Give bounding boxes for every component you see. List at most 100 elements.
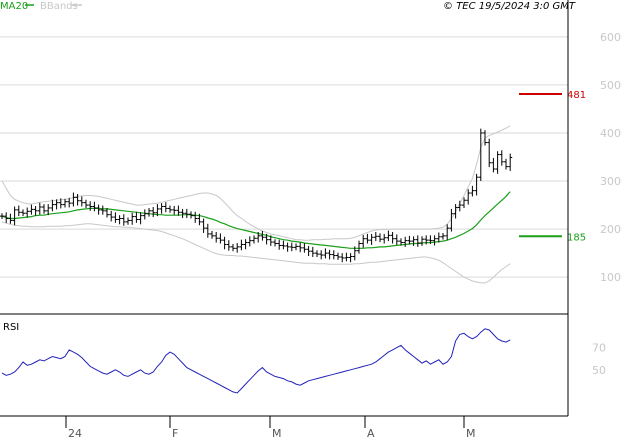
price-bar xyxy=(340,253,345,263)
price-bar xyxy=(163,202,168,213)
price-bar xyxy=(281,240,286,250)
price-bar xyxy=(298,242,303,253)
price-bar xyxy=(12,206,17,226)
price-level-label: 481 xyxy=(567,90,586,101)
rsi-panel-title: RSI xyxy=(3,322,19,333)
rsi-y-tick: 50 xyxy=(592,364,606,377)
price-bar xyxy=(357,240,361,254)
stock-chart: 481 185 600 500 400 300 200 100 70 50 24 F M A M MA… xyxy=(0,0,621,440)
price-bar xyxy=(247,236,252,247)
price-y-tick: 300 xyxy=(600,175,621,188)
price-level-label: 185 xyxy=(567,232,586,243)
price-gridlines xyxy=(0,36,568,278)
price-y-tick: 100 xyxy=(600,271,621,284)
price-bar xyxy=(289,242,294,252)
price-bar xyxy=(138,212,143,225)
price-bar xyxy=(100,205,105,215)
price-bar xyxy=(382,233,387,244)
price-bar xyxy=(378,233,382,243)
price-bar xyxy=(29,204,34,215)
rsi-y-tick: 70 xyxy=(592,342,606,355)
price-bar xyxy=(504,158,508,170)
price-bar xyxy=(79,196,84,207)
price-bar xyxy=(336,252,340,260)
price-bar xyxy=(210,231,214,239)
price-y-tick: 400 xyxy=(600,127,621,140)
price-bar xyxy=(16,205,21,217)
price-bar xyxy=(432,235,437,246)
price-bar xyxy=(21,209,25,217)
price-bar xyxy=(226,240,231,251)
price-bar xyxy=(508,153,513,171)
price-bar xyxy=(130,212,135,225)
ma20-path xyxy=(1,191,511,249)
price-bar xyxy=(142,209,147,220)
price-bar xyxy=(495,151,500,174)
price-bar xyxy=(42,204,46,214)
ma20-line xyxy=(1,191,511,249)
price-bar xyxy=(222,236,227,250)
price-bar xyxy=(390,231,395,244)
price-bar xyxy=(394,234,399,245)
rsi-panel: 70 50 xyxy=(1,328,606,394)
price-bar xyxy=(285,242,290,252)
price-levels: 481 185 xyxy=(519,90,586,243)
x-tick-label: M xyxy=(466,427,476,440)
price-bar xyxy=(319,250,324,260)
price-bar xyxy=(193,211,198,223)
price-bar xyxy=(134,211,139,223)
x-tick-label: F xyxy=(172,427,178,440)
bbands-legend-label: BBands xyxy=(40,1,78,12)
price-bar xyxy=(491,157,496,173)
price-bar xyxy=(176,205,181,216)
price-bar xyxy=(415,235,420,247)
price-bar xyxy=(151,206,156,218)
bollinger-bands xyxy=(1,125,511,284)
price-bar xyxy=(71,192,76,207)
price-bar xyxy=(323,248,328,259)
price-bar xyxy=(205,223,210,238)
price-bar xyxy=(273,239,277,247)
price-bar xyxy=(474,173,479,196)
price-bar xyxy=(117,215,122,225)
ma20-legend-label: MA20 xyxy=(0,1,28,12)
price-y-tick: 500 xyxy=(600,79,621,92)
price-bar xyxy=(50,199,55,212)
price-y-tick: 200 xyxy=(600,223,621,236)
price-bar xyxy=(373,231,378,242)
price-bar xyxy=(411,236,416,246)
price-bar xyxy=(499,150,504,166)
price-bar xyxy=(63,198,67,208)
price-bar xyxy=(306,245,311,257)
price-bar xyxy=(260,231,265,241)
price-bar xyxy=(327,249,332,260)
price-bar xyxy=(168,205,172,213)
price-y-ticks: 600 500 400 300 200 100 xyxy=(600,31,621,284)
price-bar xyxy=(453,204,458,219)
price-bar xyxy=(92,201,97,212)
price-bar xyxy=(487,138,492,168)
price-bar xyxy=(184,208,189,219)
price-bar xyxy=(407,235,412,245)
price-bar xyxy=(147,207,151,217)
copyright-label: © TEC 19/5/2024 3:0 GMT xyxy=(443,1,576,12)
price-y-tick: 600 xyxy=(600,31,621,44)
price-bar xyxy=(109,210,114,222)
price-bar xyxy=(88,201,93,211)
price-bar xyxy=(386,230,391,242)
price-bar xyxy=(277,239,282,250)
price-bar xyxy=(231,243,235,252)
price-bar xyxy=(159,203,164,214)
price-bar xyxy=(235,243,240,253)
price-bar xyxy=(310,246,315,257)
price-bar xyxy=(302,243,307,253)
bb-upper-line xyxy=(1,125,511,241)
price-bar xyxy=(483,130,487,146)
price-bar xyxy=(294,243,298,251)
price-bar xyxy=(252,235,256,244)
price-bar xyxy=(445,224,450,241)
bb-lower-line xyxy=(1,221,511,284)
price-bar xyxy=(365,233,370,244)
price-bar xyxy=(126,217,130,225)
price-bar xyxy=(214,231,219,243)
